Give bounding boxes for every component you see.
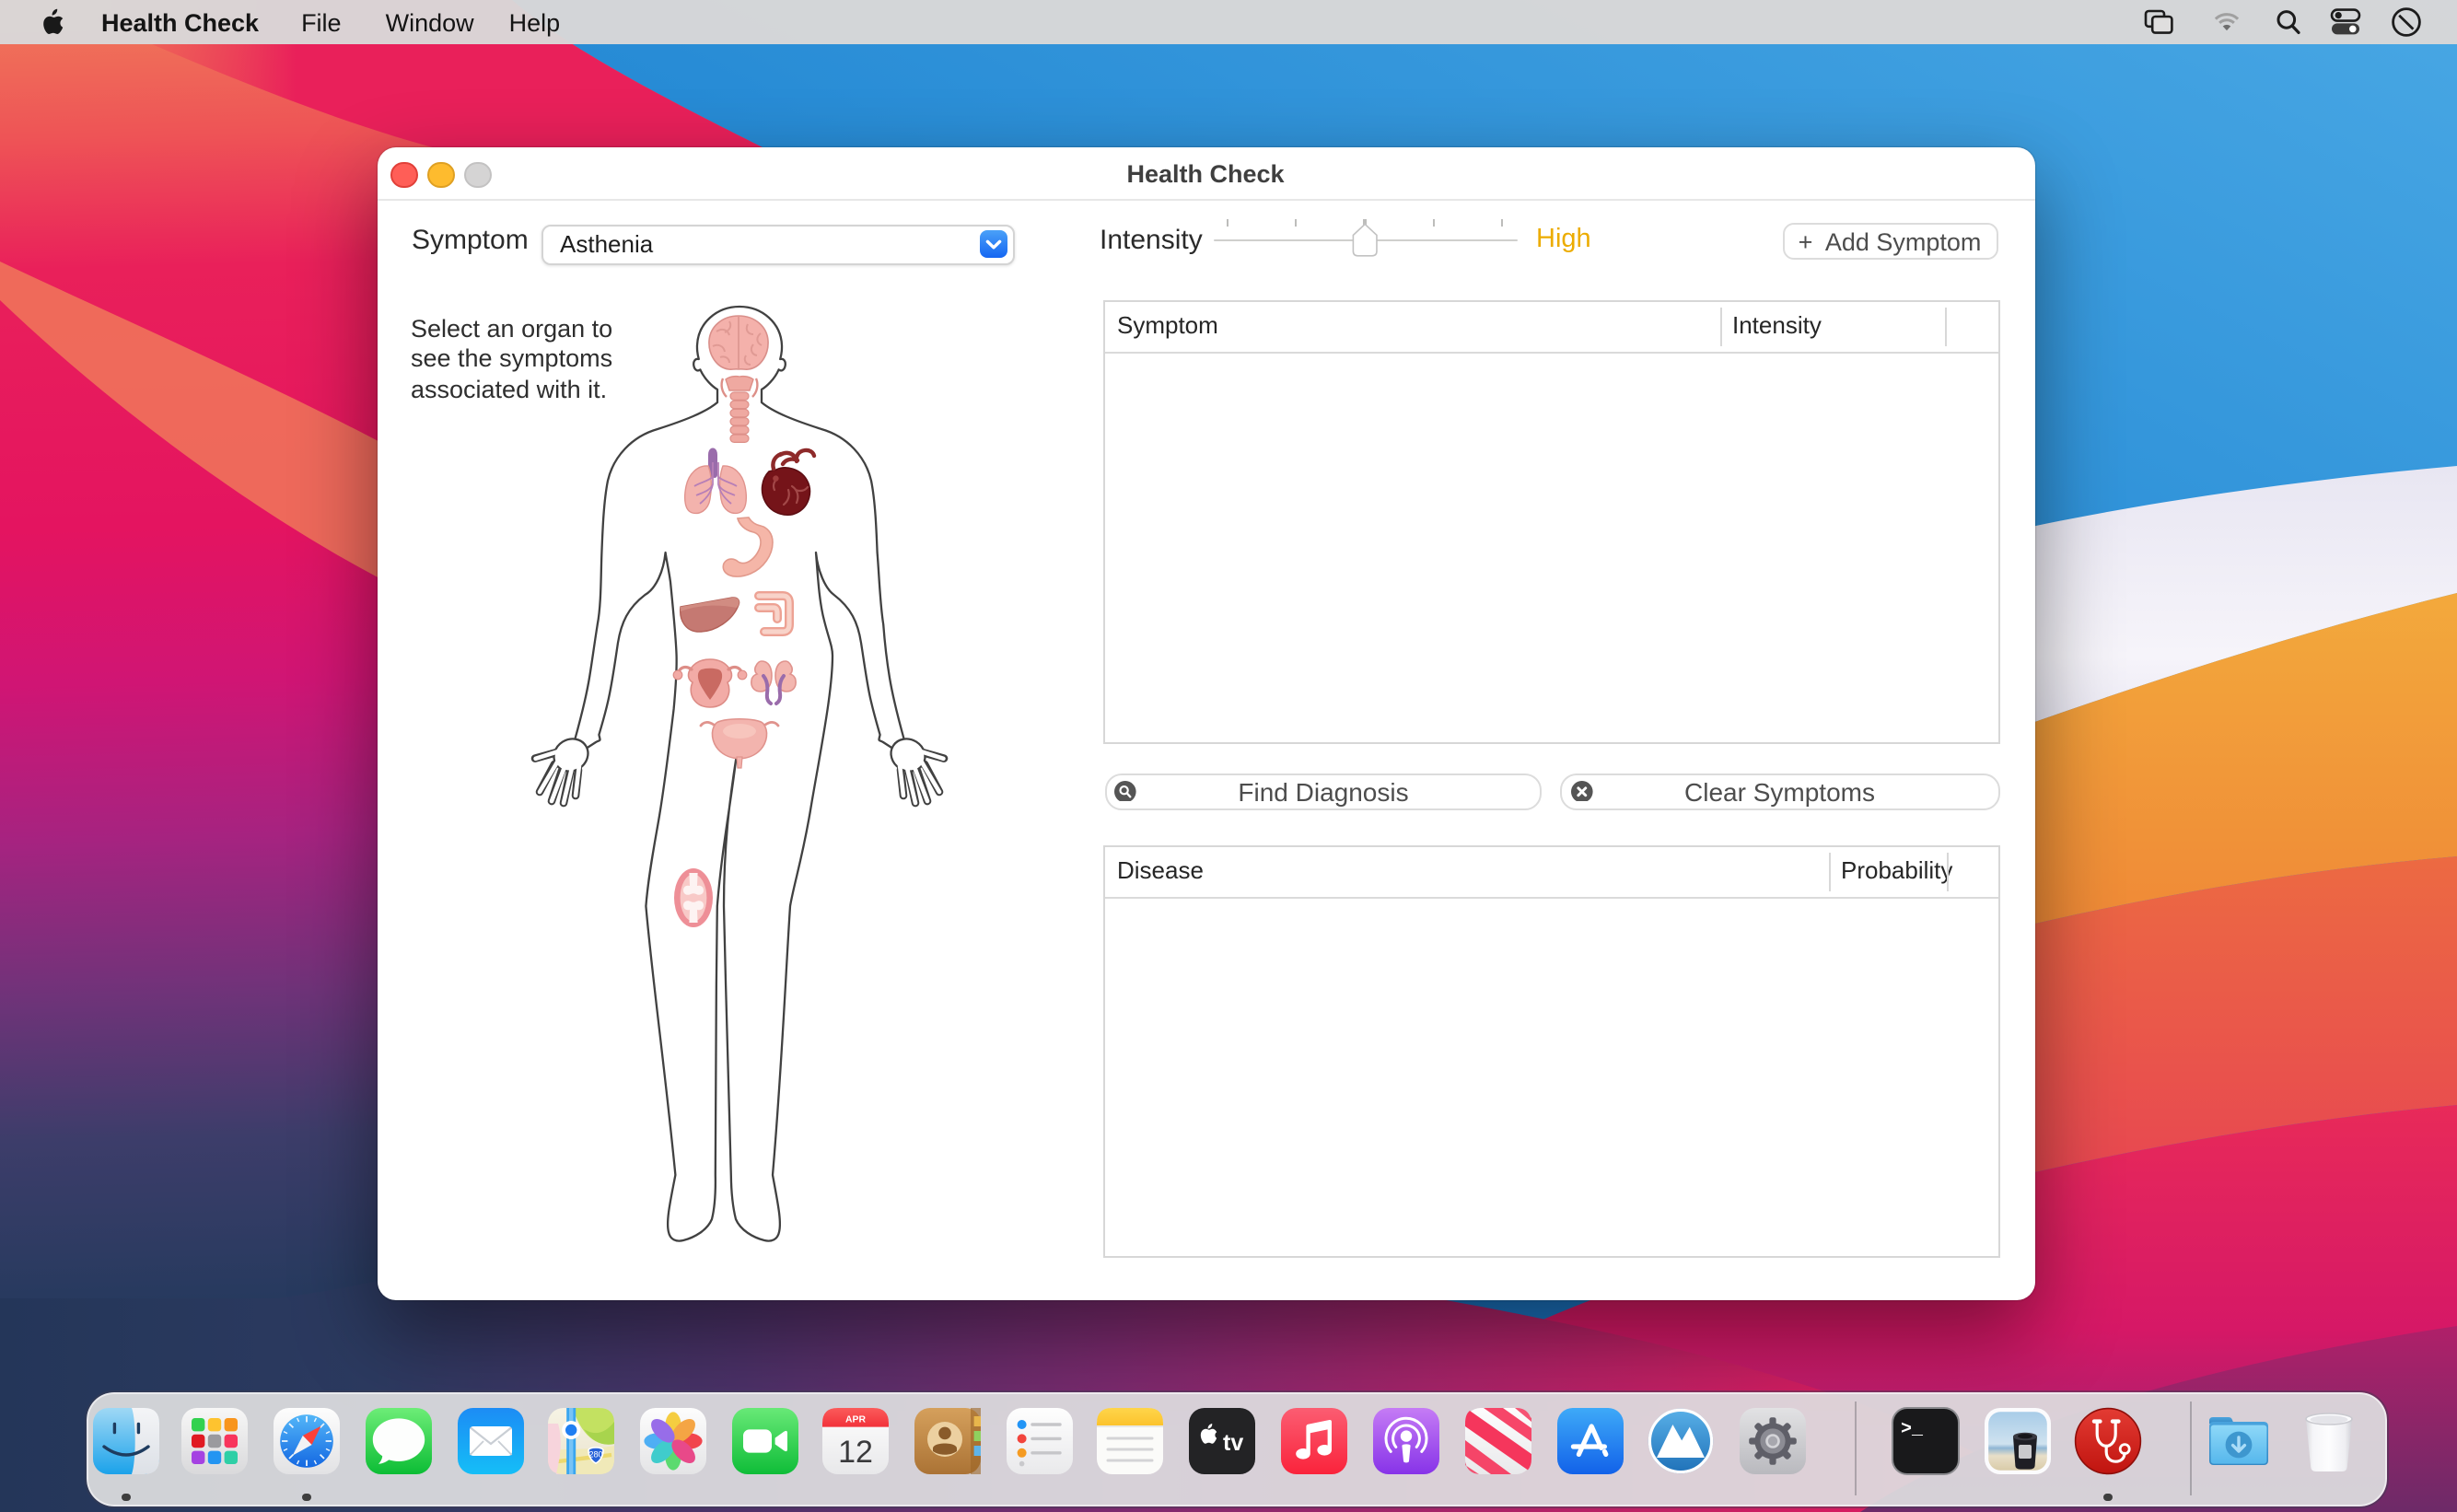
svg-text:APR: APR	[845, 1414, 866, 1425]
svg-text:>_: >_	[1900, 1419, 1923, 1440]
svg-text:12: 12	[838, 1435, 873, 1470]
svg-text:280: 280	[588, 1449, 602, 1459]
svg-text:tv: tv	[1224, 1430, 1244, 1456]
